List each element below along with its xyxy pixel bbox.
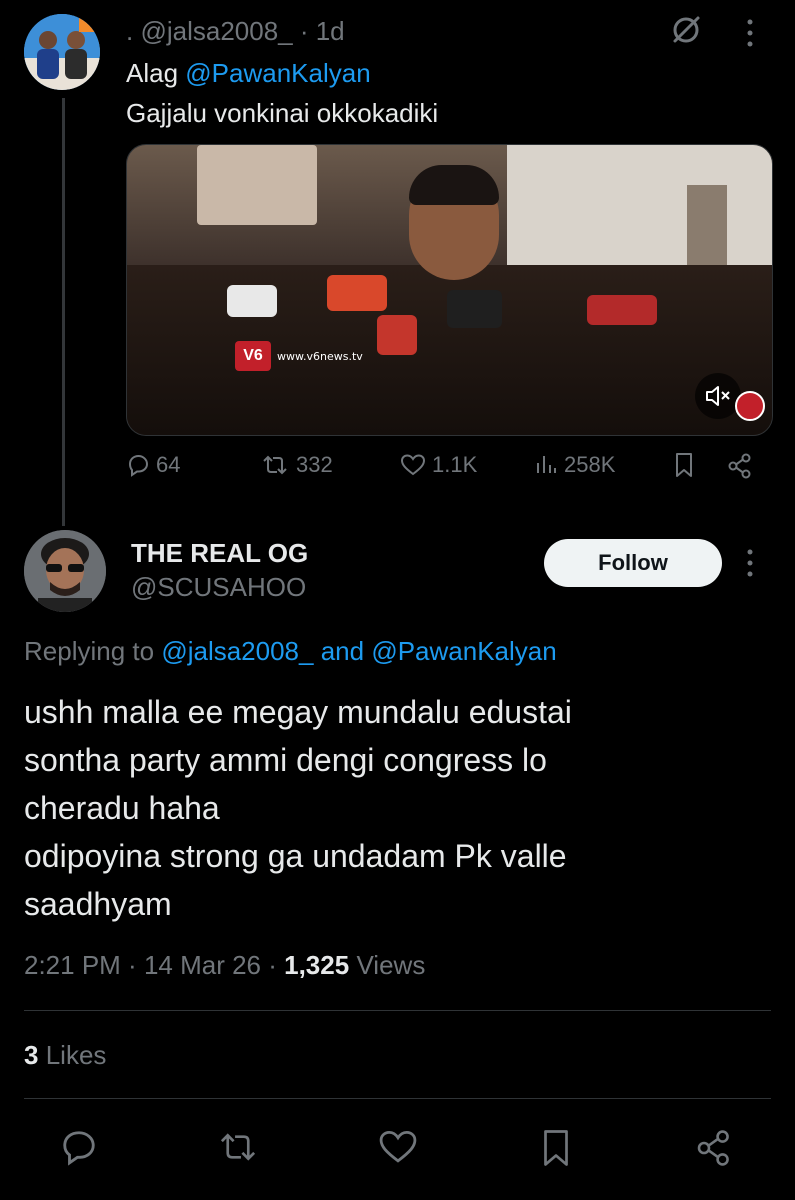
grok-icon[interactable] — [668, 12, 704, 48]
parent-text-line2: Gajjalu vonkinai okkokadiki — [126, 98, 439, 128]
share-button[interactable] — [694, 1128, 734, 1168]
bookmark-icon — [676, 453, 692, 477]
video-watermark: www.v6news.tv — [277, 350, 363, 363]
repost-action[interactable]: 332 — [260, 452, 333, 478]
repost-button[interactable] — [216, 1128, 260, 1166]
reply-body-line: sontha party ammi dengi congress lo — [24, 742, 547, 778]
replying-prefix: Replying to — [24, 636, 162, 666]
mention-jalsa2008[interactable]: @jalsa2008_ — [161, 636, 313, 666]
repost-icon — [220, 1133, 256, 1161]
reply-body-line: odipoyina strong ga undadam Pk valle — [24, 838, 567, 874]
parent-action-bar: 64 332 1.1K 258K — [126, 452, 771, 488]
parent-text-prefix: Alag — [126, 58, 186, 88]
share-icon — [728, 453, 751, 479]
v6-channel-logo: V6 — [235, 341, 271, 371]
bookmark-icon — [544, 1130, 568, 1166]
heart-icon — [379, 1130, 417, 1163]
share-icon — [697, 1130, 729, 1166]
post-views-count: 1,325 — [284, 950, 350, 980]
channel-corner-logo — [735, 391, 765, 421]
reply-action[interactable]: 64 — [126, 452, 180, 478]
divider — [24, 1098, 771, 1099]
follow-button[interactable]: Follow — [544, 539, 722, 587]
video-poster-bg — [197, 145, 317, 225]
thread-connector-line — [62, 98, 65, 526]
video-mic — [587, 295, 657, 325]
views-count: 258K — [564, 452, 616, 477]
reply-body-line: cheradu haha — [24, 790, 220, 826]
views-action[interactable]: 258K — [534, 452, 615, 478]
like-button[interactable] — [378, 1128, 418, 1166]
video-mic — [327, 275, 387, 311]
like-action[interactable]: 1.1K — [400, 452, 477, 478]
reply-action-bar — [0, 1120, 795, 1180]
bookmark-button[interactable] — [538, 1128, 574, 1168]
post-time[interactable]: 2:21 PM — [24, 950, 121, 980]
parent-avatar[interactable] — [24, 14, 100, 90]
video-player[interactable]: V6 www.v6news.tv — [126, 144, 773, 436]
reply-count: 64 — [156, 452, 181, 477]
repost-count: 332 — [296, 452, 333, 477]
reply-body-line: saadhyam — [24, 886, 172, 922]
reply-body-line: ushh malla ee megay mundalu edustai — [24, 694, 572, 730]
video-person-hair — [409, 165, 499, 205]
post-views-label: Views — [356, 950, 426, 980]
video-mic — [227, 285, 277, 317]
likes-label: Likes — [45, 1040, 107, 1070]
reply-icon — [63, 1131, 95, 1166]
reply-avatar-image — [24, 530, 106, 612]
likes-summary[interactable]: 3 Likes — [24, 1040, 106, 1071]
likes-count: 3 — [24, 1040, 39, 1070]
parent-avatar-image — [24, 14, 100, 90]
mention-pawankalyan[interactable]: @PawanKalyan — [185, 58, 370, 88]
analytics-icon — [537, 456, 556, 473]
speaker-muted-icon — [706, 386, 730, 406]
timestamp-line: 2:21 PM · 14 Mar 26 · 1,325 Views — [24, 950, 426, 980]
like-count: 1.1K — [432, 452, 478, 477]
mention-pawankalyan-2[interactable]: @PawanKalyan — [371, 636, 556, 666]
mute-button[interactable] — [695, 373, 741, 419]
parent-more-icon[interactable] — [746, 18, 754, 48]
reply-icon — [128, 454, 149, 477]
heart-icon — [400, 454, 426, 476]
divider — [24, 1010, 771, 1011]
bookmark-action[interactable] — [672, 452, 696, 478]
parent-text-line1: Alag @PawanKalyan — [126, 58, 371, 89]
reply-display-name[interactable]: THE REAL OG — [131, 538, 308, 569]
post-date[interactable]: 14 Mar 26 — [144, 950, 261, 980]
repost-icon — [263, 455, 287, 475]
video-mic — [447, 290, 502, 328]
replying-to: Replying to @jalsa2008_ and @PawanKalyan — [24, 636, 557, 667]
replying-and: and — [313, 636, 372, 666]
reply-avatar[interactable] — [24, 530, 106, 612]
share-action[interactable] — [726, 452, 754, 480]
reply-button[interactable] — [60, 1128, 98, 1166]
parent-handle-line: . @jalsa2008_ · 1d — [126, 16, 345, 46]
reply-more-icon[interactable] — [746, 548, 754, 578]
reply-handle[interactable]: @SCUSAHOO — [131, 572, 306, 603]
reply-body: ushh malla ee megay mundalu edustai sont… — [24, 688, 764, 928]
video-mic — [377, 315, 417, 355]
